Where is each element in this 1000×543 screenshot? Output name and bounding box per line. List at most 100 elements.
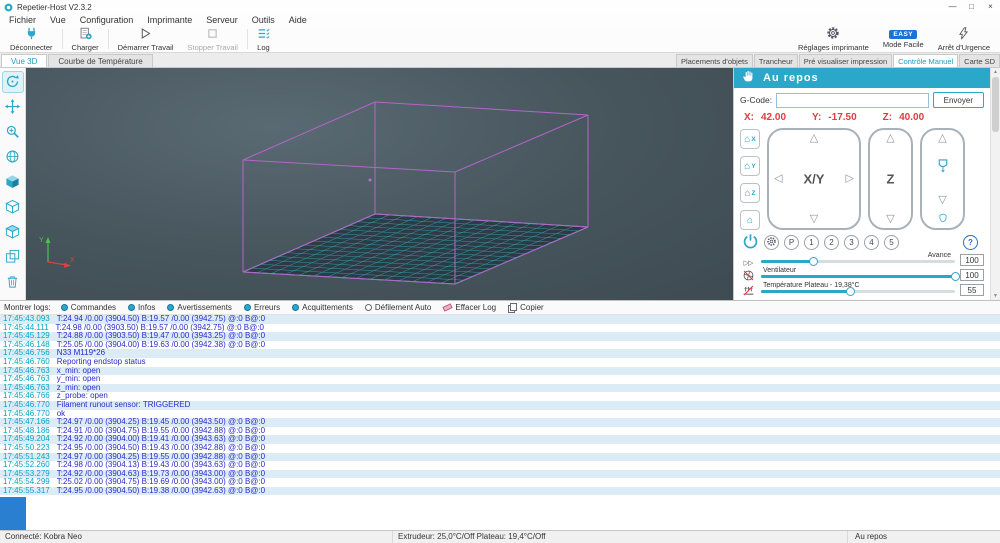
scrollbar-thumb[interactable] <box>992 77 999 132</box>
bed-temp-slider-thumb[interactable] <box>846 287 856 296</box>
start-job-button[interactable]: Démarrer Travail <box>111 26 181 52</box>
toolbar-button-label: Mode Facile <box>882 39 924 49</box>
log-row: 17:45:47.166 T:24.97 /0.00 (3904.25) B:19… <box>0 418 1000 427</box>
home-z-button[interactable]: ⌂ Z <box>740 183 760 203</box>
tab-controle-manuel[interactable]: Contrôle Manuel <box>893 54 959 67</box>
tab-carte-sd[interactable]: Carte SD <box>959 54 1000 67</box>
close-button[interactable]: × <box>981 0 1000 14</box>
feedrate-slider[interactable]: Avance <box>761 252 955 267</box>
menu-fichier[interactable]: Fichier <box>2 15 43 25</box>
tab-trancheur[interactable]: Trancheur <box>753 54 798 67</box>
send-gcode-button[interactable]: Envoyer <box>932 92 984 108</box>
preset-1-button[interactable]: 1 <box>804 234 819 250</box>
home-y-button[interactable]: ⌂ Y <box>740 156 760 176</box>
home-all-button[interactable]: ⌂ <box>740 210 760 230</box>
log-timestamp: 17:45:45.129 <box>3 332 50 341</box>
minimize-button[interactable]: — <box>943 0 962 14</box>
tab-courbe-temperature[interactable]: Courbe de Température <box>48 54 153 67</box>
fan-slider[interactable]: Ventilateur <box>761 267 960 282</box>
copy-log-button[interactable]: Copier <box>503 302 549 314</box>
home-icon: ⌂ <box>744 133 751 145</box>
disconnect-button[interactable]: Déconnecter <box>3 26 60 52</box>
filter-avertissements-button[interactable]: Avertissements <box>162 302 237 313</box>
rotate-view-button[interactable] <box>1 71 24 93</box>
top-view-button[interactable] <box>2 221 24 243</box>
log-row: 17:45:46.766 z_probe: open <box>0 392 1000 401</box>
filter-infos-button[interactable]: Infos <box>123 302 160 313</box>
jog-x-minus-button[interactable]: ◁ <box>774 173 782 185</box>
preset-5-button[interactable]: 5 <box>884 234 899 250</box>
jog-y-plus-button[interactable]: △ <box>810 133 818 144</box>
home-buttons: ⌂ X ⌂ Y ⌂ Z ⌂ <box>740 129 760 230</box>
menu-configuration[interactable]: Configuration <box>73 15 141 25</box>
log-lines[interactable]: 17:45:43.093 T:24.94 /0.00 (3904.50) B:19… <box>0 315 1000 496</box>
extrude-feed-button[interactable]: ▽ <box>938 195 946 206</box>
fan-slider-thumb[interactable] <box>951 272 960 281</box>
log-toolbar-label: Montrer logs: <box>4 303 51 312</box>
feedrate-value[interactable]: 100 <box>960 254 984 266</box>
fit-view-button[interactable] <box>2 146 24 168</box>
motor-off-button[interactable] <box>764 234 779 250</box>
autoscroll-button[interactable]: Défilement Auto <box>360 302 436 313</box>
log-toggle-button[interactable]: Log <box>250 26 277 52</box>
temperature-status: Extrudeur: 25,0°C/Off Plateau: 19,4°C/Of… <box>393 531 848 543</box>
trash-icon <box>5 274 20 291</box>
jog-z-minus-button[interactable]: ▽ <box>886 214 894 225</box>
preset-3-button[interactable]: 3 <box>844 234 859 250</box>
bed-heat-off-icon[interactable] <box>740 284 756 297</box>
home-x-button[interactable]: ⌂ X <box>740 129 760 149</box>
toolbar-button-label: Log <box>257 42 270 52</box>
clear-log-label: Effacer Log <box>455 303 497 312</box>
filter-erreurs-button[interactable]: Erreurs <box>239 302 285 313</box>
preset-2-button[interactable]: 2 <box>824 234 839 250</box>
filter-commandes-button[interactable]: Commandes <box>56 302 121 313</box>
stop-job-button: Stopper Travail <box>180 26 244 52</box>
park-button[interactable]: P <box>784 234 799 250</box>
clear-log-button[interactable]: Effacer Log <box>438 302 501 313</box>
status-bar: Connecté: Kobra Neo Extrudeur: 25,0°C/Of… <box>0 530 1000 543</box>
tab-vue-3d[interactable]: Vue 3D <box>1 54 48 67</box>
menu-vue[interactable]: Vue <box>43 15 73 25</box>
zoom-view-button[interactable] <box>2 121 24 143</box>
jog-y-minus-button[interactable]: ▽ <box>810 214 818 225</box>
log-row: 17:45:44.111 T:24.98 /0.00 (3903.50) B:19… <box>0 324 1000 333</box>
power-button[interactable] <box>742 233 759 252</box>
jog-z-plus-button[interactable]: △ <box>886 133 894 144</box>
menu-aide[interactable]: Aide <box>282 15 314 25</box>
bed-temp-value[interactable]: 55 <box>960 284 984 296</box>
isometric-view-button[interactable] <box>2 171 24 193</box>
parallel-projection-button[interactable] <box>2 246 24 268</box>
fan-off-icon[interactable] <box>740 269 756 282</box>
emergency-stop-button[interactable]: Arrêt d'Urgence <box>931 26 997 52</box>
scroll-down-arrow[interactable]: ▼ <box>991 293 1000 299</box>
menu-outils[interactable]: Outils <box>245 15 282 25</box>
bed-temp-slider[interactable]: Température Plateau - 19,38°C <box>761 282 955 297</box>
3d-viewport[interactable]: Y X <box>26 68 733 300</box>
tab-previsualiser[interactable]: Pré visualiser impression <box>798 54 893 67</box>
load-button[interactable]: Charger <box>65 26 106 52</box>
preset-4-button[interactable]: 4 <box>864 234 879 250</box>
feedrate-slider-thumb[interactable] <box>809 257 819 266</box>
menu-imprimante[interactable]: Imprimante <box>140 15 199 25</box>
menu-serveur[interactable]: Serveur <box>199 15 245 25</box>
fan-value[interactable]: 100 <box>960 269 984 281</box>
delete-object-button[interactable] <box>2 271 24 293</box>
tab-placements-objets[interactable]: Placements d'objets <box>675 54 753 67</box>
gcode-input[interactable] <box>776 92 929 108</box>
easy-mode-button[interactable]: EASY Mode Facile <box>876 26 931 52</box>
retract-shield-icon[interactable] <box>937 213 948 226</box>
log-message: x_min: open <box>56 366 101 375</box>
panel-scrollbar[interactable]: ▲ ▼ <box>990 68 1000 300</box>
jog-x-plus-button[interactable]: ▷ <box>846 173 854 185</box>
help-button[interactable]: ? <box>963 234 978 250</box>
maximize-button[interactable]: □ <box>962 0 981 14</box>
extrude-retract-button[interactable]: △ <box>938 133 946 144</box>
log-message: y_min: open <box>56 375 101 384</box>
y-value: -17.50 <box>828 112 857 123</box>
filter-acquittements-button[interactable]: Acquittements <box>287 302 358 313</box>
scroll-up-arrow[interactable]: ▲ <box>991 69 1000 75</box>
move-view-button[interactable] <box>2 96 24 118</box>
printer-settings-button[interactable]: Réglages imprimante <box>791 26 876 52</box>
eraser-icon <box>442 303 453 312</box>
front-view-button[interactable] <box>2 196 24 218</box>
